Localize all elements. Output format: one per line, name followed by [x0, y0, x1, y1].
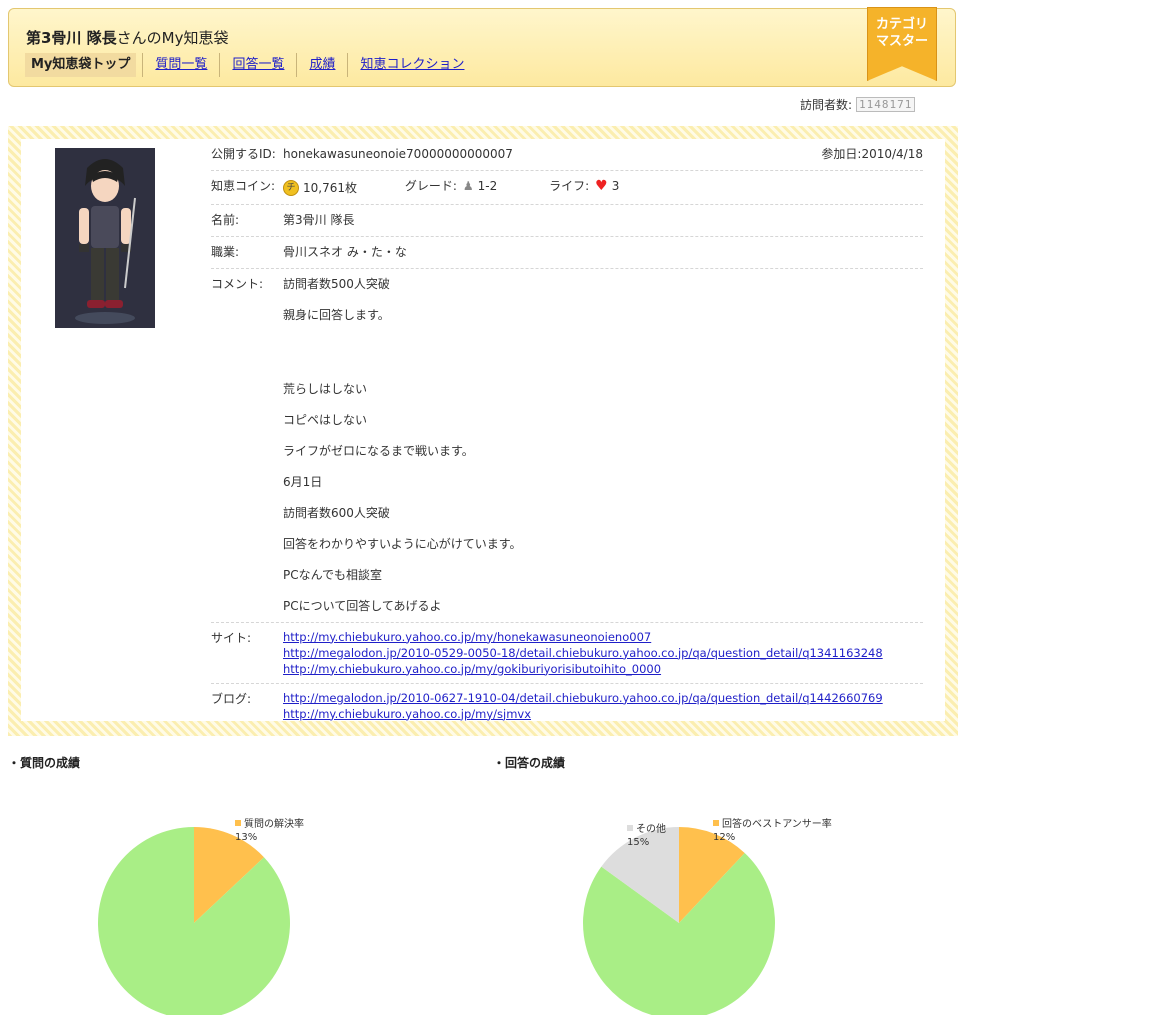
profile-info: 公開するID: honekawasuneonoie70000000000007 …	[211, 139, 923, 728]
nav-answers[interactable]: 回答一覧	[219, 53, 296, 77]
site-links: http://my.chiebukuro.yahoo.co.jp/my/hone…	[283, 629, 923, 677]
visitor-label: 訪問者数:	[800, 98, 853, 112]
join-date: 参加日:2010/4/18	[821, 145, 923, 164]
answer-stats-title: ・回答の成績	[493, 756, 566, 770]
grade-icon: ♟	[462, 179, 474, 193]
answer-legend-best: 回答のベストアンサー率 12%	[713, 818, 832, 844]
category-master-badge: カテゴリ マスター	[867, 7, 937, 81]
row-comment: コメント: 訪問者数500人突破 親身に回答します。 荒らしはしない コピペはし…	[211, 269, 923, 623]
join-label: 参加日:	[821, 147, 862, 161]
legend-name: その他	[636, 824, 666, 835]
legend-value: 15%	[627, 837, 650, 848]
comment-line: 回答をわかりやすいように心がけています。	[283, 536, 522, 551]
row-name: 名前: 第3骨川 隊長	[211, 205, 923, 237]
title-suffix: さんのMy知恵袋	[116, 29, 229, 47]
nav-results[interactable]: 成績	[296, 53, 347, 77]
site-label: サイト:	[211, 630, 252, 645]
join-value: 2010/4/18	[861, 147, 923, 161]
coin-icon: チ	[283, 180, 299, 196]
comment-line: 親身に回答します。	[283, 307, 390, 322]
row-stats: 知恵コイン: チ 10,761枚 グレード: ♟ 1-2 ライフ: ♥ 3	[211, 171, 923, 205]
coin-value: 10,761枚	[303, 180, 357, 195]
legend-name: 回答のベストアンサー率	[722, 819, 832, 830]
comment-body: 訪問者数500人突破 親身に回答します。 荒らしはしない コピペはしない ライフ…	[283, 275, 923, 616]
answer-legend-other: その他 15%	[627, 823, 666, 849]
comment-line: 訪問者数500人突破	[283, 276, 390, 291]
comment-line: 6月1日	[283, 474, 323, 489]
name-value: 第3骨川 隊長	[283, 212, 355, 227]
grade-label: グレード:	[404, 179, 457, 193]
job-label: 職業:	[211, 244, 240, 259]
question-legend-solved: 質問の解決率 13%	[235, 818, 304, 844]
comment-line: PCなんでも相談室	[283, 567, 383, 582]
profile-header: 第3骨川 隊長さんのMy知恵袋 My知恵袋トップ 質問一覧 回答一覧 成績 知恵…	[8, 7, 956, 87]
profile-nav: My知恵袋トップ 質問一覧 回答一覧 成績 知恵コレクション	[25, 53, 476, 77]
site-link[interactable]: http://megalodon.jp/2010-0529-0050-18/de…	[283, 645, 923, 661]
heart-icon: ♥	[595, 178, 608, 194]
stats-values: チ 10,761枚 グレード: ♟ 1-2 ライフ: ♥ 3	[283, 177, 923, 198]
profile-frame: 公開するID: honekawasuneonoie70000000000007 …	[8, 126, 958, 736]
row-site: サイト: http://my.chiebukuro.yahoo.co.jp/my…	[211, 623, 923, 684]
question-pie-chart: 質問の解決率 13%	[90, 800, 390, 1018]
site-link[interactable]: http://my.chiebukuro.yahoo.co.jp/my/goki…	[283, 661, 923, 677]
visitor-count: 1148171	[856, 97, 916, 112]
legend-value: 12%	[713, 832, 736, 843]
site-link[interactable]: http://my.chiebukuro.yahoo.co.jp/my/hone…	[283, 629, 923, 645]
row-job: 職業: 骨川スネオ み・た・な	[211, 237, 923, 269]
blog-links: http://megalodon.jp/2010-0627-1910-04/de…	[283, 690, 923, 722]
legend-swatch	[713, 820, 719, 826]
legend-name: 質問の解決率	[244, 819, 304, 830]
avatar	[55, 148, 155, 328]
nav-collection[interactable]: 知恵コレクション	[347, 53, 476, 77]
coin-pair: チ 10,761枚	[283, 179, 363, 198]
coin-label: 知恵コイン:	[211, 179, 276, 193]
blog-label: ブログ:	[211, 691, 252, 706]
grade-value: 1-2	[477, 179, 498, 193]
question-stats-title: ・質問の成績	[8, 756, 81, 770]
blog-link[interactable]: http://megalodon.jp/2010-0627-1910-04/de…	[283, 690, 923, 706]
avatar-figure-icon	[55, 148, 155, 328]
comment-line	[283, 337, 923, 368]
answer-pie-chart: 回答のベストアンサー率 12% その他 15%	[575, 800, 875, 1018]
comment-line: ライフがゼロになるまで戦います。	[283, 443, 474, 458]
comment-line: 訪問者数600人突破	[283, 505, 390, 520]
life-pair: ライフ: ♥ 3	[549, 177, 619, 196]
badge-line1: カテゴリ	[875, 17, 928, 32]
visitor-counter: 訪問者数: 1148171	[800, 96, 916, 113]
blog-link[interactable]: http://my.chiebukuro.yahoo.co.jp/my/sjmv…	[283, 706, 923, 722]
nav-questions[interactable]: 質問一覧	[142, 53, 219, 77]
job-value: 骨川スネオ み・た・な	[283, 244, 407, 259]
name-label: 名前:	[211, 212, 240, 227]
nav-my-top[interactable]: My知恵袋トップ	[25, 53, 137, 77]
life-label: ライフ:	[549, 179, 590, 193]
badge-line2: マスター	[875, 34, 928, 49]
legend-swatch	[235, 820, 241, 826]
row-blog: ブログ: http://megalodon.jp/2010-0627-1910-…	[211, 684, 923, 728]
legend-value: 13%	[235, 832, 258, 843]
page-title: 第3骨川 隊長さんのMy知恵袋	[26, 27, 229, 48]
comment-label: コメント:	[211, 276, 264, 291]
comment-line: PCについて回答してあげるよ	[283, 598, 442, 613]
legend-swatch	[627, 825, 633, 831]
profile-card: 公開するID: honekawasuneonoie70000000000007 …	[21, 139, 945, 721]
user-name: 第3骨川 隊長	[26, 29, 117, 47]
id-label: 公開するID:	[211, 147, 276, 161]
life-value: 3	[611, 179, 620, 193]
comment-line: 荒らしはしない	[283, 381, 368, 396]
grade-pair: グレード: ♟ 1-2	[405, 177, 497, 196]
row-id: 公開するID: honekawasuneonoie70000000000007 …	[211, 139, 923, 171]
comment-line: コピペはしない	[283, 412, 368, 427]
